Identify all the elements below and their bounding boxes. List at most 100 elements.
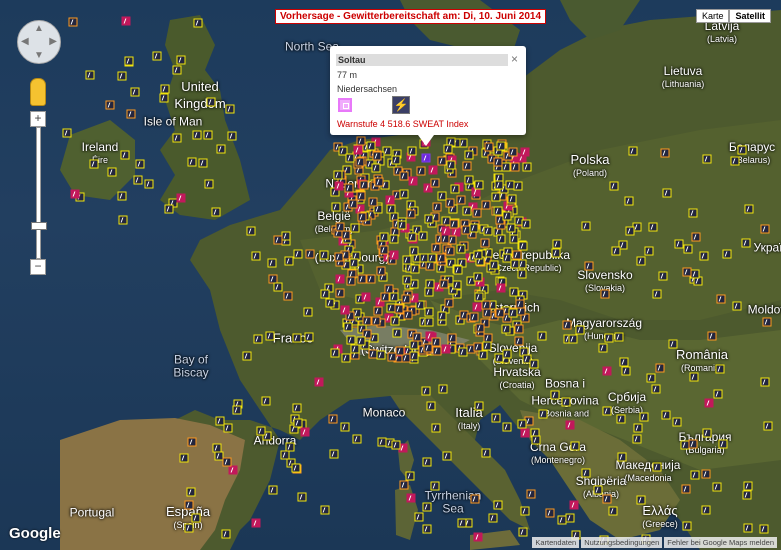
storm-marker-icon[interactable]: [646, 373, 656, 383]
storm-marker-icon[interactable]: [628, 146, 638, 156]
storm-marker-icon[interactable]: [518, 241, 528, 251]
storm-marker-icon[interactable]: [568, 334, 578, 344]
storm-marker-icon[interactable]: [406, 209, 416, 219]
storm-marker-icon[interactable]: [359, 180, 369, 190]
storm-marker-icon[interactable]: [403, 310, 413, 320]
storm-marker-icon[interactable]: [518, 527, 528, 537]
storm-marker-icon[interactable]: [421, 153, 431, 163]
storm-marker-icon[interactable]: [505, 180, 515, 190]
storm-marker-icon[interactable]: [689, 372, 699, 382]
storm-marker-icon[interactable]: [633, 423, 643, 433]
storm-marker-icon[interactable]: [493, 500, 503, 510]
storm-marker-icon[interactable]: [397, 220, 407, 230]
report-error-link[interactable]: Fehler bei Google Maps melden: [664, 537, 777, 548]
map-type-map-button[interactable]: Karte: [695, 9, 730, 23]
storm-marker-icon[interactable]: [389, 234, 399, 244]
storm-marker-icon[interactable]: [293, 418, 303, 428]
storm-marker-icon[interactable]: [407, 232, 417, 242]
storm-marker-icon[interactable]: [428, 165, 438, 175]
storm-marker-icon[interactable]: [424, 287, 434, 297]
storm-marker-icon[interactable]: [652, 289, 662, 299]
storm-marker-icon[interactable]: [496, 283, 506, 293]
storm-marker-icon[interactable]: [422, 457, 432, 467]
storm-marker-icon[interactable]: [357, 274, 367, 284]
storm-marker-icon[interactable]: [674, 239, 684, 249]
storm-marker-icon[interactable]: [402, 275, 412, 285]
storm-marker-icon[interactable]: [651, 384, 661, 394]
storm-marker-icon[interactable]: [405, 471, 415, 481]
storm-marker-icon[interactable]: [472, 208, 482, 218]
pan-up-icon[interactable]: ▲: [34, 23, 44, 34]
storm-marker-icon[interactable]: [702, 428, 712, 438]
storm-marker-icon[interactable]: [743, 481, 753, 491]
storm-marker-icon[interactable]: [297, 492, 307, 502]
storm-marker-icon[interactable]: [391, 440, 401, 450]
storm-marker-icon[interactable]: [412, 332, 422, 342]
storm-marker-icon[interactable]: [416, 166, 426, 176]
storm-marker-icon[interactable]: [513, 181, 523, 191]
storm-marker-icon[interactable]: [538, 409, 548, 419]
storm-marker-icon[interactable]: [510, 259, 520, 269]
storm-marker-icon[interactable]: [668, 339, 678, 349]
storm-marker-icon[interactable]: [399, 480, 409, 490]
storm-marker-icon[interactable]: [126, 109, 136, 119]
storm-marker-icon[interactable]: [531, 435, 541, 445]
storm-marker-icon[interactable]: [520, 147, 530, 157]
storm-marker-icon[interactable]: [496, 234, 506, 244]
storm-marker-icon[interactable]: [501, 162, 511, 172]
storm-marker-icon[interactable]: [437, 191, 447, 201]
storm-marker-icon[interactable]: [632, 434, 642, 444]
storm-marker-icon[interactable]: [464, 150, 474, 160]
storm-marker-icon[interactable]: [707, 331, 717, 341]
storm-marker-icon[interactable]: [474, 401, 484, 411]
storm-marker-icon[interactable]: [228, 465, 238, 475]
storm-marker-icon[interactable]: [225, 104, 235, 114]
storm-marker-icon[interactable]: [256, 426, 266, 436]
storm-marker-icon[interactable]: [512, 250, 522, 260]
storm-marker-icon[interactable]: [436, 253, 446, 263]
storm-marker-icon[interactable]: [457, 518, 467, 528]
storm-marker-icon[interactable]: [672, 417, 682, 427]
storm-marker-icon[interactable]: [346, 276, 356, 286]
storm-marker-icon[interactable]: [409, 340, 419, 350]
storm-marker-icon[interactable]: [421, 386, 431, 396]
storm-marker-icon[interactable]: [426, 401, 436, 411]
storm-marker-icon[interactable]: [204, 179, 214, 189]
storm-marker-icon[interactable]: [488, 513, 498, 523]
storm-marker-icon[interactable]: [565, 420, 575, 430]
storm-marker-icon[interactable]: [450, 184, 460, 194]
storm-marker-icon[interactable]: [356, 191, 366, 201]
storm-marker-icon[interactable]: [440, 234, 450, 244]
storm-marker-icon[interactable]: [340, 305, 350, 315]
storm-marker-icon[interactable]: [68, 17, 78, 27]
storm-marker-icon[interactable]: [439, 279, 449, 289]
storm-marker-icon[interactable]: [619, 357, 629, 367]
storm-marker-icon[interactable]: [391, 155, 401, 165]
storm-marker-icon[interactable]: [683, 244, 693, 254]
storm-marker-icon[interactable]: [376, 266, 386, 276]
storm-marker-icon[interactable]: [325, 298, 335, 308]
storm-marker-icon[interactable]: [117, 191, 127, 201]
storm-marker-icon[interactable]: [409, 351, 419, 361]
storm-marker-icon[interactable]: [662, 188, 672, 198]
storm-marker-icon[interactable]: [437, 311, 447, 321]
storm-marker-icon[interactable]: [537, 331, 547, 341]
storm-marker-icon[interactable]: [349, 258, 359, 268]
storm-marker-icon[interactable]: [366, 141, 376, 151]
storm-marker-icon[interactable]: [304, 332, 314, 342]
storm-marker-icon[interactable]: [462, 206, 472, 216]
storm-marker-icon[interactable]: [227, 131, 237, 141]
storm-marker-icon[interactable]: [303, 307, 313, 317]
storm-marker-icon[interactable]: [760, 224, 770, 234]
storm-marker-icon[interactable]: [453, 265, 463, 275]
storm-marker-icon[interactable]: [371, 163, 381, 173]
storm-marker-icon[interactable]: [399, 171, 409, 181]
storm-marker-icon[interactable]: [443, 144, 453, 154]
storm-marker-icon[interactable]: [401, 294, 411, 304]
storm-marker-icon[interactable]: [575, 325, 585, 335]
storm-marker-icon[interactable]: [425, 261, 435, 271]
storm-marker-icon[interactable]: [120, 150, 130, 160]
storm-marker-icon[interactable]: [682, 267, 692, 277]
storm-marker-icon[interactable]: [409, 246, 419, 256]
storm-marker-icon[interactable]: [652, 462, 662, 472]
